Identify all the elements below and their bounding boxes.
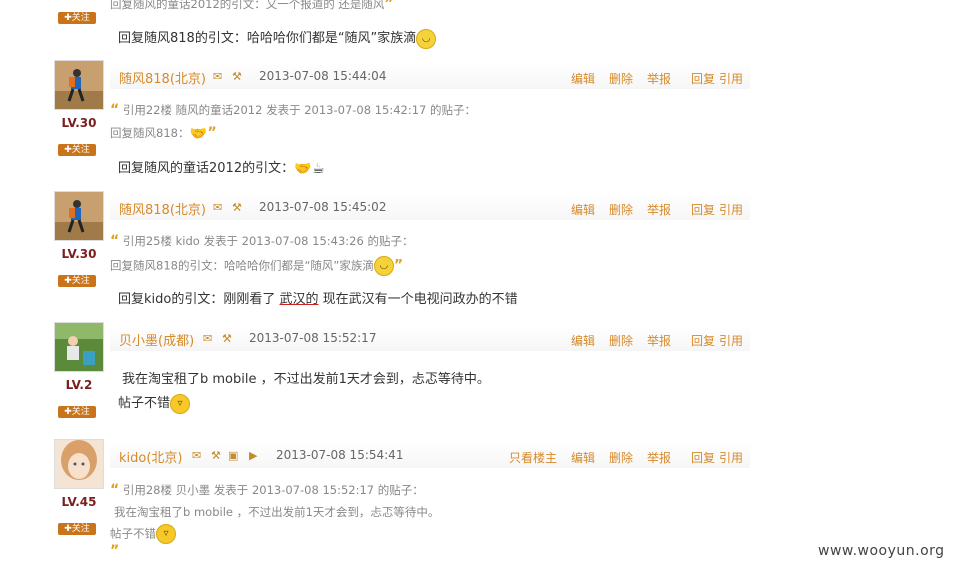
- username[interactable]: kido(北京): [119, 447, 183, 466]
- laugh-emoji: ▿: [170, 393, 191, 414]
- post-body: 回复随风的童话2012的引文：🤝☕: [118, 157, 330, 177]
- reply-link[interactable]: 回复: [691, 201, 715, 218]
- edit-link[interactable]: 编辑: [571, 70, 595, 87]
- quote-body: 回复随风818：🤝”: [110, 125, 217, 142]
- camera-icon: ▶: [249, 449, 258, 462]
- username[interactable]: 贝小墨(成都): [119, 330, 194, 349]
- hammer-icon: ⚒: [232, 201, 242, 214]
- delete-link[interactable]: 删除: [609, 332, 633, 349]
- hammer-icon: ⚒: [222, 332, 232, 345]
- user-level: LV.30: [61, 116, 97, 130]
- handshake-emoji: 🤝: [189, 125, 207, 142]
- post-time: 2013-07-08 15:44:04: [259, 69, 387, 83]
- quote-body: 回复随风818的引文：哈哈哈你们都是“随风”家族滴 ◡”: [110, 256, 403, 276]
- post-header: kido(北京) ✉ ⚒ ▣ ▶ 2013-07-08 15:54:41 只看楼…: [110, 442, 750, 468]
- reply-link[interactable]: 回复: [691, 332, 715, 349]
- reply-link[interactable]: 回复: [691, 70, 715, 87]
- post-time: 2013-07-08 15:54:41: [276, 448, 404, 462]
- coffee-emoji: ☕: [312, 160, 325, 177]
- handshake-emoji: 🤝: [294, 160, 312, 177]
- quote-header: “ 引用28楼 贝小墨 发表于 2013-07-08 15:52:17 的贴子：: [110, 482, 424, 498]
- follow-button[interactable]: ✚关注: [58, 275, 96, 287]
- quote-link[interactable]: 引用: [719, 70, 743, 87]
- post-body: 回复随风818的引文：哈哈哈你们都是“随风”家族滴 ◡: [118, 27, 437, 49]
- edit-link[interactable]: 编辑: [571, 201, 595, 218]
- avatar[interactable]: [54, 60, 104, 110]
- reply-link[interactable]: 回复: [691, 449, 715, 466]
- report-link[interactable]: 举报: [647, 201, 671, 218]
- follow-button[interactable]: ✚关注: [58, 523, 96, 535]
- badge-icon: ✉: [213, 201, 223, 214]
- post-header: 贝小墨(成都) ✉ ⚒ 2013-07-08 15:52:17 编辑 删除 举报…: [110, 325, 750, 351]
- only-op-link[interactable]: 只看楼主: [509, 449, 557, 466]
- post-body-line2: 帖子不错 ▿: [118, 392, 191, 414]
- post-body: 回复kido的引文：刚刚看了 武汉的 现在武汉有一个电视问政办的不错: [118, 292, 518, 307]
- follow-button[interactable]: ✚关注: [58, 144, 96, 156]
- quote-header: “ 引用25楼 kido 发表于 2013-07-08 15:43:26 的贴子…: [110, 233, 414, 249]
- laugh-emoji: ▿: [156, 524, 176, 544]
- quote-link[interactable]: 引用: [719, 449, 743, 466]
- quote-line1: 我在淘宝租了b mobile ，不过出发前1天才会到，忐忑等待中。: [114, 505, 440, 519]
- hammer-icon: ⚒: [232, 70, 242, 83]
- user-level: LV.2: [65, 378, 93, 392]
- keyword-link[interactable]: 武汉的: [279, 292, 318, 307]
- id-card-icon: ▣: [228, 449, 239, 462]
- user-level: LV.30: [61, 247, 97, 261]
- quote-close-mark: ”: [110, 543, 120, 559]
- follow-button[interactable]: ✚关注: [58, 12, 96, 24]
- edit-link[interactable]: 编辑: [571, 332, 595, 349]
- quote-link[interactable]: 引用: [719, 201, 743, 218]
- badge-icon: ✉: [192, 449, 202, 462]
- username[interactable]: 随风818(北京): [119, 68, 206, 87]
- quote-header: “ 引用22楼 随风的童话2012 发表于 2013-07-08 15:42:1…: [110, 102, 477, 118]
- avatar[interactable]: [54, 439, 104, 489]
- delete-link[interactable]: 删除: [609, 449, 633, 466]
- report-link[interactable]: 举报: [647, 70, 671, 87]
- post-body: 我在淘宝租了b mobile ，不过出发前1天才会到，忐忑等待中。: [122, 372, 490, 387]
- quote-link[interactable]: 引用: [719, 332, 743, 349]
- post-header: 随风818(北京) ✉ ⚒ 2013-07-08 15:45:02 编辑 删除 …: [110, 194, 750, 220]
- follow-button[interactable]: ✚关注: [58, 406, 96, 418]
- user-level: LV.45: [61, 495, 97, 509]
- hammer-icon: ⚒: [211, 449, 221, 462]
- post-time: 2013-07-08 15:52:17: [249, 331, 377, 345]
- report-link[interactable]: 举报: [647, 332, 671, 349]
- avatar[interactable]: [54, 322, 104, 372]
- partial-quote: 回复随风的童话2012的引文：又一个报道的 还是随风”: [110, 0, 394, 12]
- username[interactable]: 随风818(北京): [119, 199, 206, 218]
- post-time: 2013-07-08 15:45:02: [259, 200, 387, 214]
- smile-emoji: ◡: [373, 256, 394, 276]
- watermark: www.wooyun.org: [818, 543, 945, 559]
- edit-link[interactable]: 编辑: [571, 449, 595, 466]
- delete-link[interactable]: 删除: [609, 70, 633, 87]
- badge-icon: ✉: [213, 70, 223, 83]
- smile-emoji: ◡: [416, 28, 437, 49]
- avatar[interactable]: [54, 191, 104, 241]
- badge-icon: ✉: [203, 332, 213, 345]
- post-header: 随风818(北京) ✉ ⚒ 2013-07-08 15:44:04 编辑 删除 …: [110, 63, 750, 89]
- quote-line2: 帖子不错 ▿: [110, 524, 176, 544]
- delete-link[interactable]: 删除: [609, 201, 633, 218]
- report-link[interactable]: 举报: [647, 449, 671, 466]
